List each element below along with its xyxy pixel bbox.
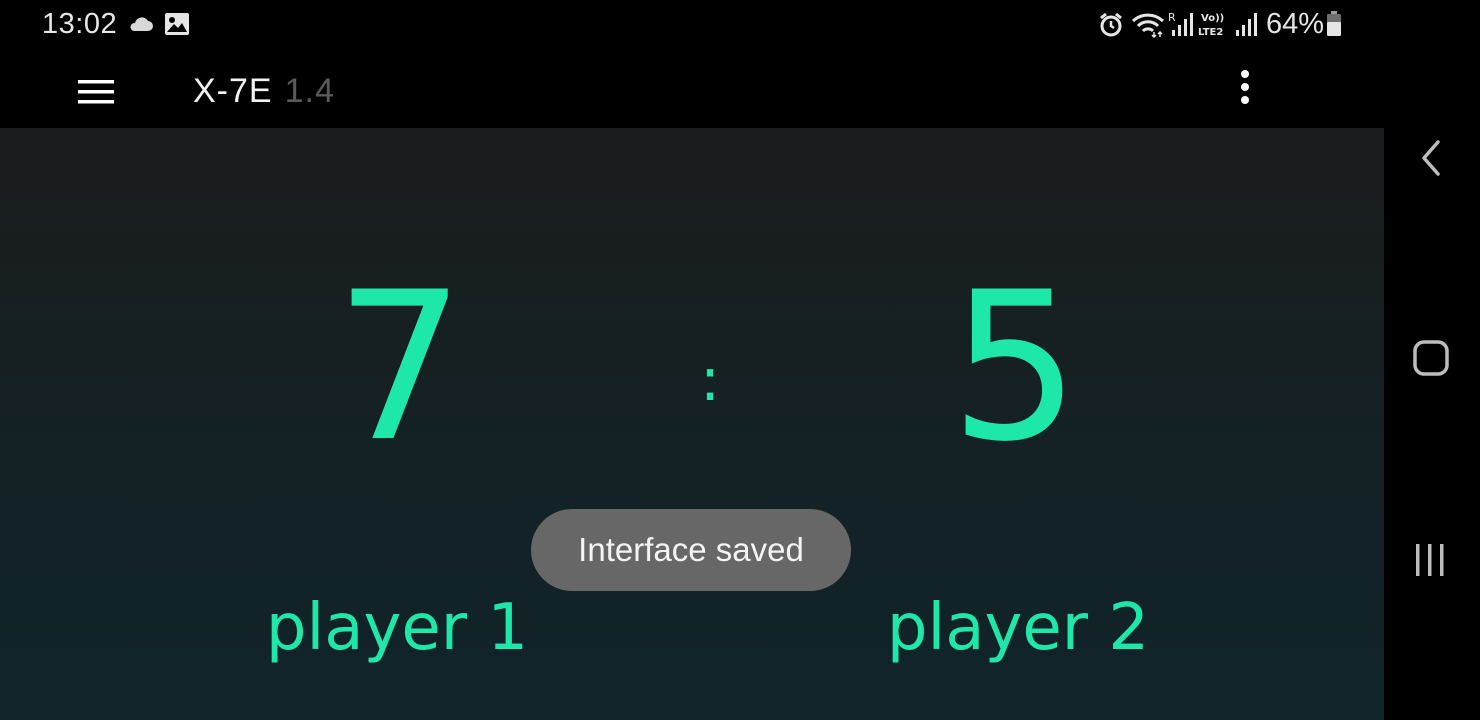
status-bar: 13:02 R Vo)) LTE2 64% <box>0 0 1384 50</box>
alarm-icon <box>1098 12 1124 43</box>
signal-icon <box>1234 12 1258 43</box>
svg-text:R: R <box>1168 11 1176 24</box>
toast-message: Interface saved <box>531 509 851 591</box>
volte-lte2-icon: Vo)) LTE2 <box>1197 10 1231 43</box>
back-chevron-icon <box>1422 140 1440 176</box>
hamburger-menu-icon <box>78 80 114 104</box>
recents-icon <box>1416 544 1444 576</box>
scoreboard-canvas: 7 : 5 Interface saved player 1 player 2 <box>0 128 1384 720</box>
app-version: 1.4 <box>284 72 335 110</box>
app-bar: X-7E 1.4 <box>0 50 1384 128</box>
recents-button[interactable] <box>1410 538 1454 582</box>
battery-icon <box>1326 11 1342 42</box>
cloud-icon <box>128 14 154 39</box>
app-title: X-7E 1.4 <box>193 72 335 111</box>
battery-percent: 64% <box>1266 8 1325 40</box>
status-time: 13:02 <box>42 8 118 40</box>
back-button[interactable] <box>1410 136 1454 180</box>
home-icon <box>1413 340 1449 376</box>
navigation-bar <box>1384 0 1480 720</box>
overflow-menu-button[interactable] <box>1228 68 1262 110</box>
signal-roaming-icon: R <box>1168 10 1196 43</box>
wifi-icon <box>1131 12 1165 43</box>
player1-score[interactable]: 7 <box>300 266 500 471</box>
menu-button[interactable] <box>72 72 120 112</box>
player1-label: player 1 <box>265 591 529 665</box>
player2-score[interactable]: 5 <box>915 266 1115 471</box>
svg-text:Vo)): Vo)) <box>1201 13 1224 24</box>
app-name: X-7E <box>193 72 273 110</box>
svg-text:LTE2: LTE2 <box>1198 27 1223 38</box>
image-icon <box>164 12 190 41</box>
home-button[interactable] <box>1410 336 1454 380</box>
more-vertical-icon <box>1241 70 1249 104</box>
player2-label: player 2 <box>886 591 1150 665</box>
screen: 13:02 R Vo)) LTE2 64% X-7E 1.4 7: 5 Int… <box>0 0 1480 720</box>
score-separator: : <box>699 345 721 415</box>
